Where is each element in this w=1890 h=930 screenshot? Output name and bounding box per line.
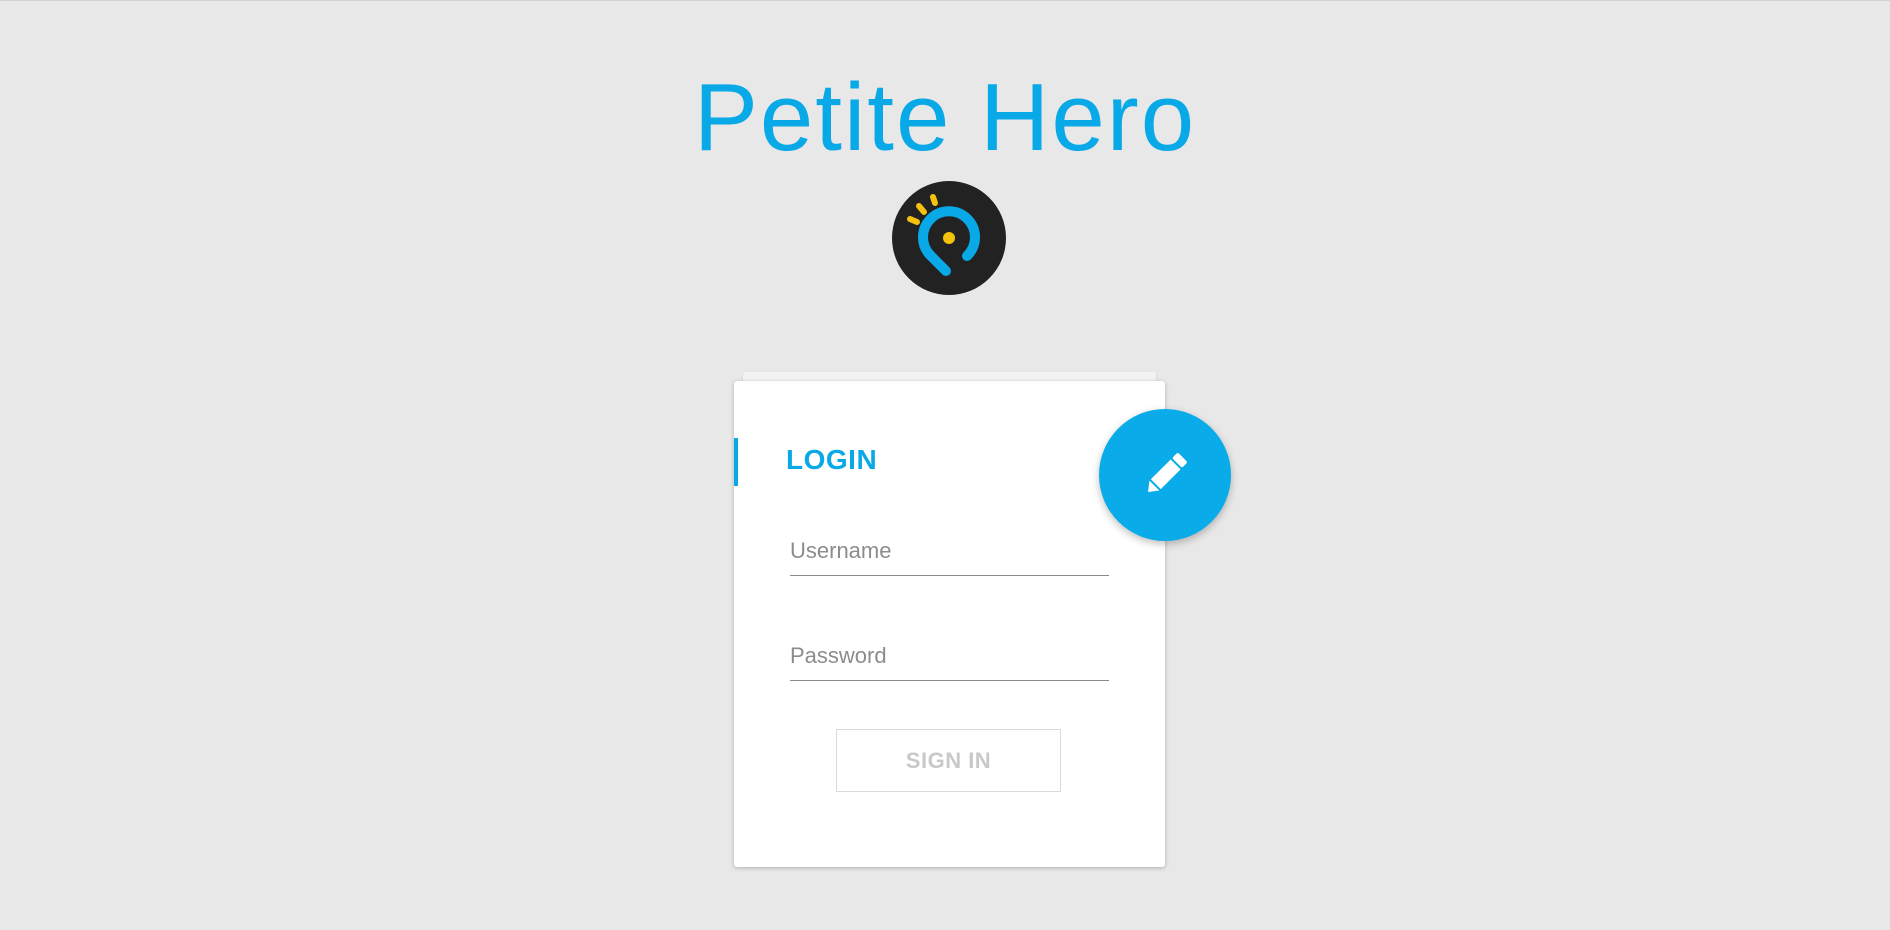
register-fab-button[interactable] xyxy=(1099,409,1231,541)
password-input[interactable] xyxy=(790,631,1109,681)
app-logo xyxy=(892,181,1006,295)
login-card: LOGIN SIGN IN xyxy=(734,381,1165,867)
location-pin-logo-icon xyxy=(892,181,1006,295)
login-title: LOGIN xyxy=(786,444,878,475)
pencil-icon xyxy=(1148,453,1187,492)
app-title: Petite Hero xyxy=(693,64,1197,171)
login-title-accent xyxy=(734,438,738,486)
sign-in-button[interactable]: SIGN IN xyxy=(836,729,1061,792)
username-input[interactable] xyxy=(790,526,1109,576)
